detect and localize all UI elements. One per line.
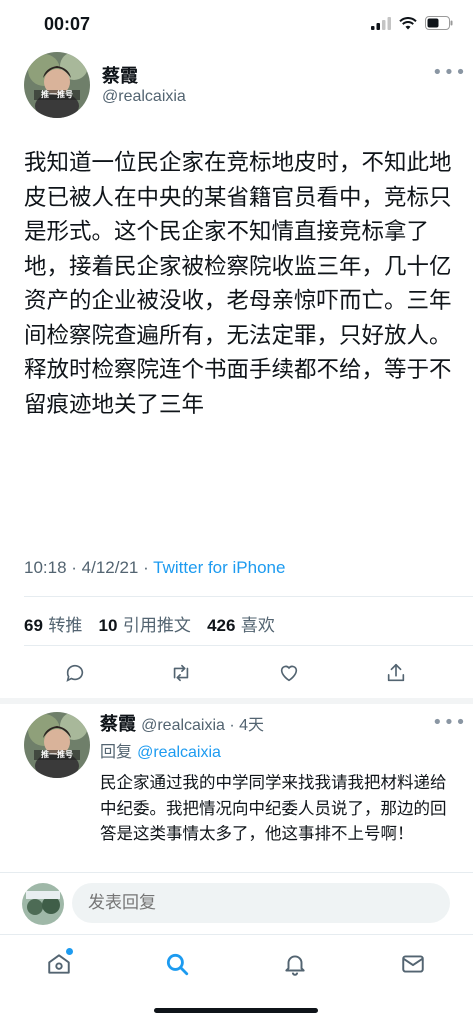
reply-to-line: 回复 @realcaixia [100, 738, 221, 762]
heart-icon [280, 665, 298, 682]
retweets-count: 69 [24, 616, 43, 635]
quotes-label: 引用推文 [122, 616, 191, 636]
reply-composer [0, 872, 473, 934]
quotes-stat[interactable]: 10 引用推文 [99, 616, 191, 636]
avatar-badge: 推一推号 [41, 750, 73, 759]
tweet-source-link[interactable]: Twitter for iPhone [153, 558, 285, 577]
share-icon [387, 663, 405, 682]
likes-count: 426 [207, 616, 236, 635]
tab-home[interactable] [44, 948, 74, 979]
tab-notifications[interactable] [280, 949, 310, 979]
composer-avatar [22, 883, 64, 925]
retweet-button[interactable] [164, 656, 198, 690]
battery-icon [425, 16, 453, 30]
home-notification-dot [66, 948, 73, 955]
divider [24, 645, 473, 646]
notifications-icon [285, 955, 305, 976]
tweet-stats: 69 转推 10 引用推文 426 喜欢 [24, 611, 275, 636]
author-name[interactable]: 蔡霞 [102, 62, 138, 88]
quotes-count: 10 [98, 616, 118, 635]
reply-icon [66, 664, 84, 682]
author-avatar[interactable]: 推一推号 [24, 52, 90, 118]
divider [0, 698, 473, 704]
share-button[interactable] [379, 656, 413, 690]
tweet-text: 我知道一位民企家在竞标地皮时，不知此地皮已被人在中央的某省籍官员看中，竞标只是形… [24, 150, 452, 418]
reply-button[interactable] [58, 656, 92, 690]
cellular-signal-icon [371, 16, 391, 30]
home-indicator [154, 1008, 318, 1013]
retweets-stat[interactable]: 69 转推 [24, 616, 82, 636]
tab-search[interactable] [162, 949, 192, 979]
more-options-icon[interactable]: ••• [432, 62, 467, 83]
reply-input[interactable] [72, 883, 450, 923]
reply-to-handle[interactable]: @realcaixia [137, 744, 221, 761]
reply-text: 民企家通过我的中学同学来找我请我把材料递给中纪委。我把情况向中纪委人员说了，那边… [100, 773, 447, 843]
status-time: 00:07 [44, 14, 91, 34]
messages-icon [402, 955, 424, 973]
likes-label: 喜欢 [240, 616, 275, 636]
reply-header: 蔡霞 @realcaixia · 4天 [100, 710, 264, 736]
retweets-label: 转推 [48, 616, 83, 636]
wifi-icon [399, 16, 417, 29]
reply-author-avatar[interactable]: 推一推号 [24, 712, 90, 778]
avatar-badge: 推一推号 [41, 90, 73, 99]
reply-to-prefix: 回复 [100, 742, 138, 761]
reply-author-name[interactable]: 蔡霞 [100, 714, 136, 735]
tab-messages[interactable] [398, 949, 428, 979]
reply-author-handle[interactable]: @realcaixia · 4天 [141, 717, 264, 734]
like-button[interactable] [272, 656, 306, 690]
likes-stat[interactable]: 426 喜欢 [207, 616, 275, 636]
author-handle[interactable]: @realcaixia [102, 88, 186, 106]
retweet-icon [173, 664, 189, 682]
reply-more-options-icon[interactable]: ••• [432, 712, 467, 733]
tweet-meta: 10:18 · 4/12/21 · Twitter for iPhone [24, 558, 285, 578]
divider [24, 596, 473, 597]
bottom-tab-bar [0, 934, 473, 1024]
tweet-timestamp: 10:18 · 4/12/21 · [24, 558, 154, 577]
search-icon [166, 953, 189, 976]
status-bar: 00:07 [0, 0, 473, 50]
tweet-actions [0, 656, 473, 696]
status-icons [371, 16, 453, 30]
